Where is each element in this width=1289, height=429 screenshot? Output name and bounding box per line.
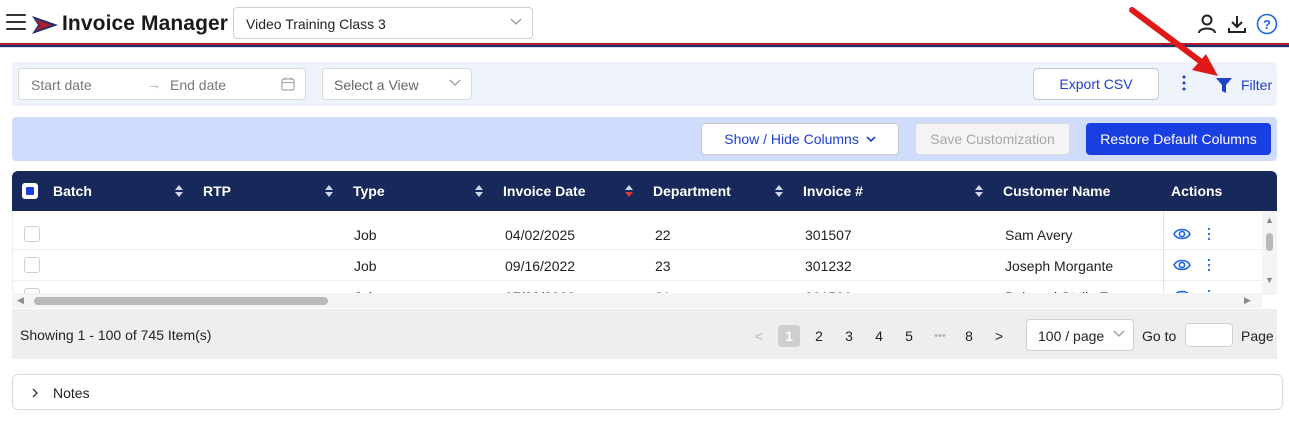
calendar-icon (281, 77, 295, 91)
table-row[interactable]: Job 04/02/2025 22 301507 Sam Avery (13, 219, 1263, 250)
select-all-checkbox[interactable] (22, 183, 38, 199)
show-hide-columns-label: Show / Hide Columns (724, 131, 859, 147)
view-select[interactable]: Select a View (322, 68, 472, 100)
column-header-batch[interactable]: Batch (53, 183, 92, 199)
page-ellipsis[interactable]: ••• (925, 325, 955, 347)
column-header-type[interactable]: Type (353, 183, 385, 199)
cell-department: 23 (655, 258, 671, 274)
cell-invoice-date: 04/02/2025 (505, 227, 576, 243)
goto-page-input[interactable] (1185, 323, 1233, 347)
scroll-down-icon[interactable]: ▼ (1265, 275, 1274, 285)
column-header-department[interactable]: Department (653, 183, 731, 199)
column-header-rtp[interactable]: RTP (203, 183, 231, 199)
date-range-picker[interactable]: Start date → End date (18, 68, 306, 100)
sort-icon[interactable] (175, 184, 183, 198)
column-header-actions: Actions (1171, 183, 1223, 199)
prev-page-button[interactable]: < (748, 325, 770, 347)
end-date-input[interactable]: End date (170, 77, 226, 93)
expand-caret-icon[interactable] (31, 386, 39, 404)
page-button-4[interactable]: 4 (868, 325, 890, 347)
cell-type: Job (354, 258, 377, 274)
page-size-value: 100 / page (1038, 328, 1105, 344)
logo-icon (32, 16, 58, 34)
sort-descending-icon[interactable] (625, 184, 633, 198)
cell-department: 22 (655, 227, 671, 243)
more-options-icon[interactable] (1180, 73, 1188, 93)
date-separator-icon: → (147, 76, 161, 92)
view-eye-icon[interactable] (1173, 258, 1191, 272)
row-checkbox[interactable] (24, 226, 40, 242)
column-header-invoice-number[interactable]: Invoice # (803, 183, 863, 199)
scroll-right-icon[interactable]: ▶ (1244, 295, 1251, 306)
column-controls-bar: Show / Hide Columns Save Customization R… (12, 117, 1277, 161)
view-eye-icon[interactable] (1173, 227, 1191, 241)
column-header-customer-name[interactable]: Customer Name (1003, 183, 1110, 199)
sort-icon[interactable] (775, 184, 783, 198)
start-date-input[interactable]: Start date (31, 77, 92, 93)
scroll-left-icon[interactable]: ◀ (17, 295, 24, 306)
page-button-8[interactable]: 8 (958, 325, 980, 347)
notes-panel[interactable]: Notes (12, 374, 1283, 410)
next-page-button[interactable]: > (988, 325, 1010, 347)
column-header-invoice-date[interactable]: Invoice Date (503, 183, 585, 199)
scroll-up-icon[interactable]: ▲ (1265, 215, 1274, 225)
horizontal-scroll-thumb[interactable] (34, 297, 328, 305)
help-icon[interactable]: ? (1256, 13, 1278, 35)
page-label: Page (1241, 328, 1274, 344)
row-more-icon[interactable] (1207, 258, 1211, 272)
table-header: Batch RTP Type Invoice Date Department I… (12, 171, 1277, 211)
cell-invoice-number: 301507 (805, 227, 852, 243)
vertical-scroll-thumb[interactable] (1266, 233, 1273, 251)
filter-bar: Start date → End date Select a View Expo… (12, 62, 1277, 106)
chevron-down-icon (866, 136, 876, 143)
goto-label: Go to (1142, 328, 1177, 344)
filter-icon[interactable] (1216, 78, 1232, 94)
vertical-scrollbar[interactable]: ▲ ▼ (1262, 211, 1277, 295)
app-title: Invoice Manager (62, 12, 229, 35)
restore-default-columns-button[interactable]: Restore Default Columns (1086, 123, 1271, 155)
chevron-down-icon (510, 18, 522, 25)
cell-customer-name: Sam Avery (1005, 227, 1073, 243)
chevron-down-icon (449, 79, 461, 86)
download-icon[interactable] (1226, 13, 1248, 35)
view-select-placeholder: Select a View (334, 77, 419, 93)
page-button-5[interactable]: 5 (898, 325, 920, 347)
svg-text:?: ? (1263, 17, 1271, 32)
horizontal-scrollbar[interactable]: ◀ ▶ (12, 293, 1262, 308)
app-header: Invoice Manager Video Training Class 3 ? (0, 0, 1289, 50)
chevron-down-icon (1113, 330, 1125, 337)
company-select[interactable]: Video Training Class 3 (233, 7, 533, 39)
sort-icon[interactable] (325, 184, 333, 198)
company-select-value: Video Training Class 3 (246, 16, 386, 32)
pagination-bar: Showing 1 - 100 of 745 Item(s) < 1 2 3 4… (12, 309, 1277, 359)
row-checkbox[interactable] (24, 257, 40, 273)
cell-type: Job (354, 227, 377, 243)
cell-invoice-date: 09/16/2022 (505, 258, 576, 274)
items-count: Showing 1 - 100 of 745 Item(s) (20, 327, 212, 343)
notes-label: Notes (53, 385, 90, 401)
menu-icon[interactable] (6, 14, 26, 32)
show-hide-columns-button[interactable]: Show / Hide Columns (701, 123, 899, 155)
sort-icon[interactable] (475, 184, 483, 198)
row-more-icon[interactable] (1207, 227, 1211, 241)
cell-invoice-number: 301232 (805, 258, 852, 274)
filter-button[interactable]: Filter (1241, 77, 1272, 93)
user-icon[interactable] (1196, 13, 1218, 35)
page-button-1[interactable]: 1 (778, 325, 800, 347)
cell-customer-name: Joseph Morgante (1005, 258, 1114, 274)
sort-icon[interactable] (975, 184, 983, 198)
page-button-3[interactable]: 3 (838, 325, 860, 347)
page-button-2[interactable]: 2 (808, 325, 830, 347)
header-stripe-light (0, 47, 1289, 48)
page-size-select[interactable]: 100 / page (1026, 319, 1134, 351)
save-customization-button[interactable]: Save Customization (915, 123, 1070, 155)
table-row[interactable]: Job 09/16/2022 23 301232 Joseph Morgante (13, 250, 1263, 281)
export-csv-button[interactable]: Export CSV (1033, 68, 1159, 100)
